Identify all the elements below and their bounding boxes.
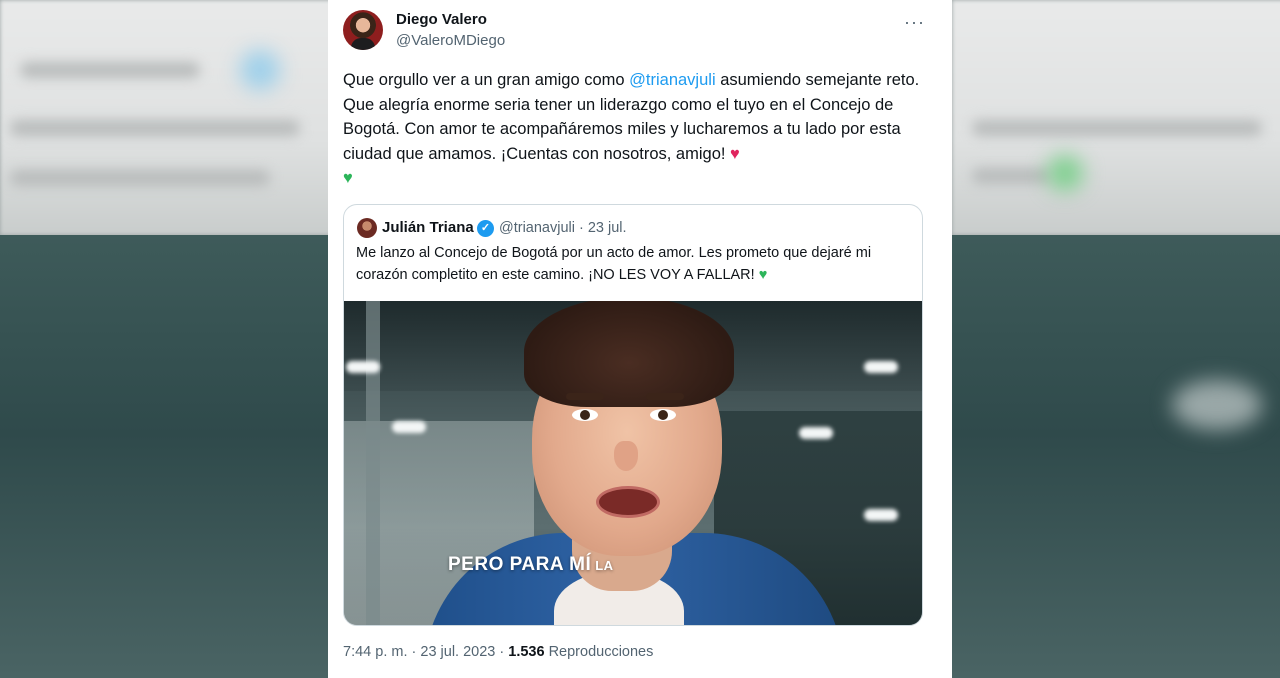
tweet-card: Diego Valero @ValeroMDiego ··· Que orgul… [328, 0, 952, 678]
tweet-text-part: Que orgullo ver a un gran amigo como [343, 71, 630, 89]
video-caption-main: PERO PARA MÍ [448, 554, 592, 575]
tweet-date[interactable]: 23 jul. 2023 [420, 644, 495, 660]
tweet-header: Diego Valero @ValeroMDiego ··· [343, 8, 937, 52]
background-right [952, 0, 1280, 678]
tweet-time[interactable]: 7:44 p. m. [343, 644, 407, 660]
more-options-icon[interactable]: ··· [904, 12, 925, 33]
verified-badge-icon: ✓ [477, 220, 494, 237]
quoted-author-avatar [357, 218, 377, 238]
quoted-author-name: Julián Triana [382, 219, 474, 236]
background-left [0, 0, 328, 678]
mention-link[interactable]: @trianavjuli [629, 71, 715, 89]
views-label: Reproducciones [548, 644, 654, 660]
quoted-text: Me lanzo al Concejo de Bogotá por un act… [356, 242, 911, 286]
quoted-handle-date: @trianavjuli · 23 jul. [499, 220, 627, 236]
green-heart-icon: ♥ [758, 267, 768, 283]
views-count: 1.536 [508, 644, 545, 660]
quoted-tweet[interactable]: Julián Triana ✓ @trianavjuli · 23 jul. M… [343, 204, 923, 626]
author-name[interactable]: Diego Valero [396, 11, 487, 28]
video-player[interactable]: PERO PARA MÍ LA [344, 301, 922, 625]
video-caption: PERO PARA MÍ LA [448, 554, 614, 576]
red-heart-icon: ♥ [730, 144, 740, 163]
quoted-text-body: Me lanzo al Concejo de Bogotá por un act… [356, 245, 872, 283]
author-avatar[interactable] [343, 10, 383, 50]
author-handle[interactable]: @ValeroMDiego [396, 32, 505, 49]
tweet-metadata: 7:44 p. m. · 23 jul. 2023 · 1.536 Reprod… [343, 644, 654, 660]
green-heart-icon: ♥ [343, 169, 353, 187]
tweet-text: Que orgullo ver a un gran amigo como @tr… [343, 68, 928, 191]
video-caption-small: LA [595, 558, 614, 573]
